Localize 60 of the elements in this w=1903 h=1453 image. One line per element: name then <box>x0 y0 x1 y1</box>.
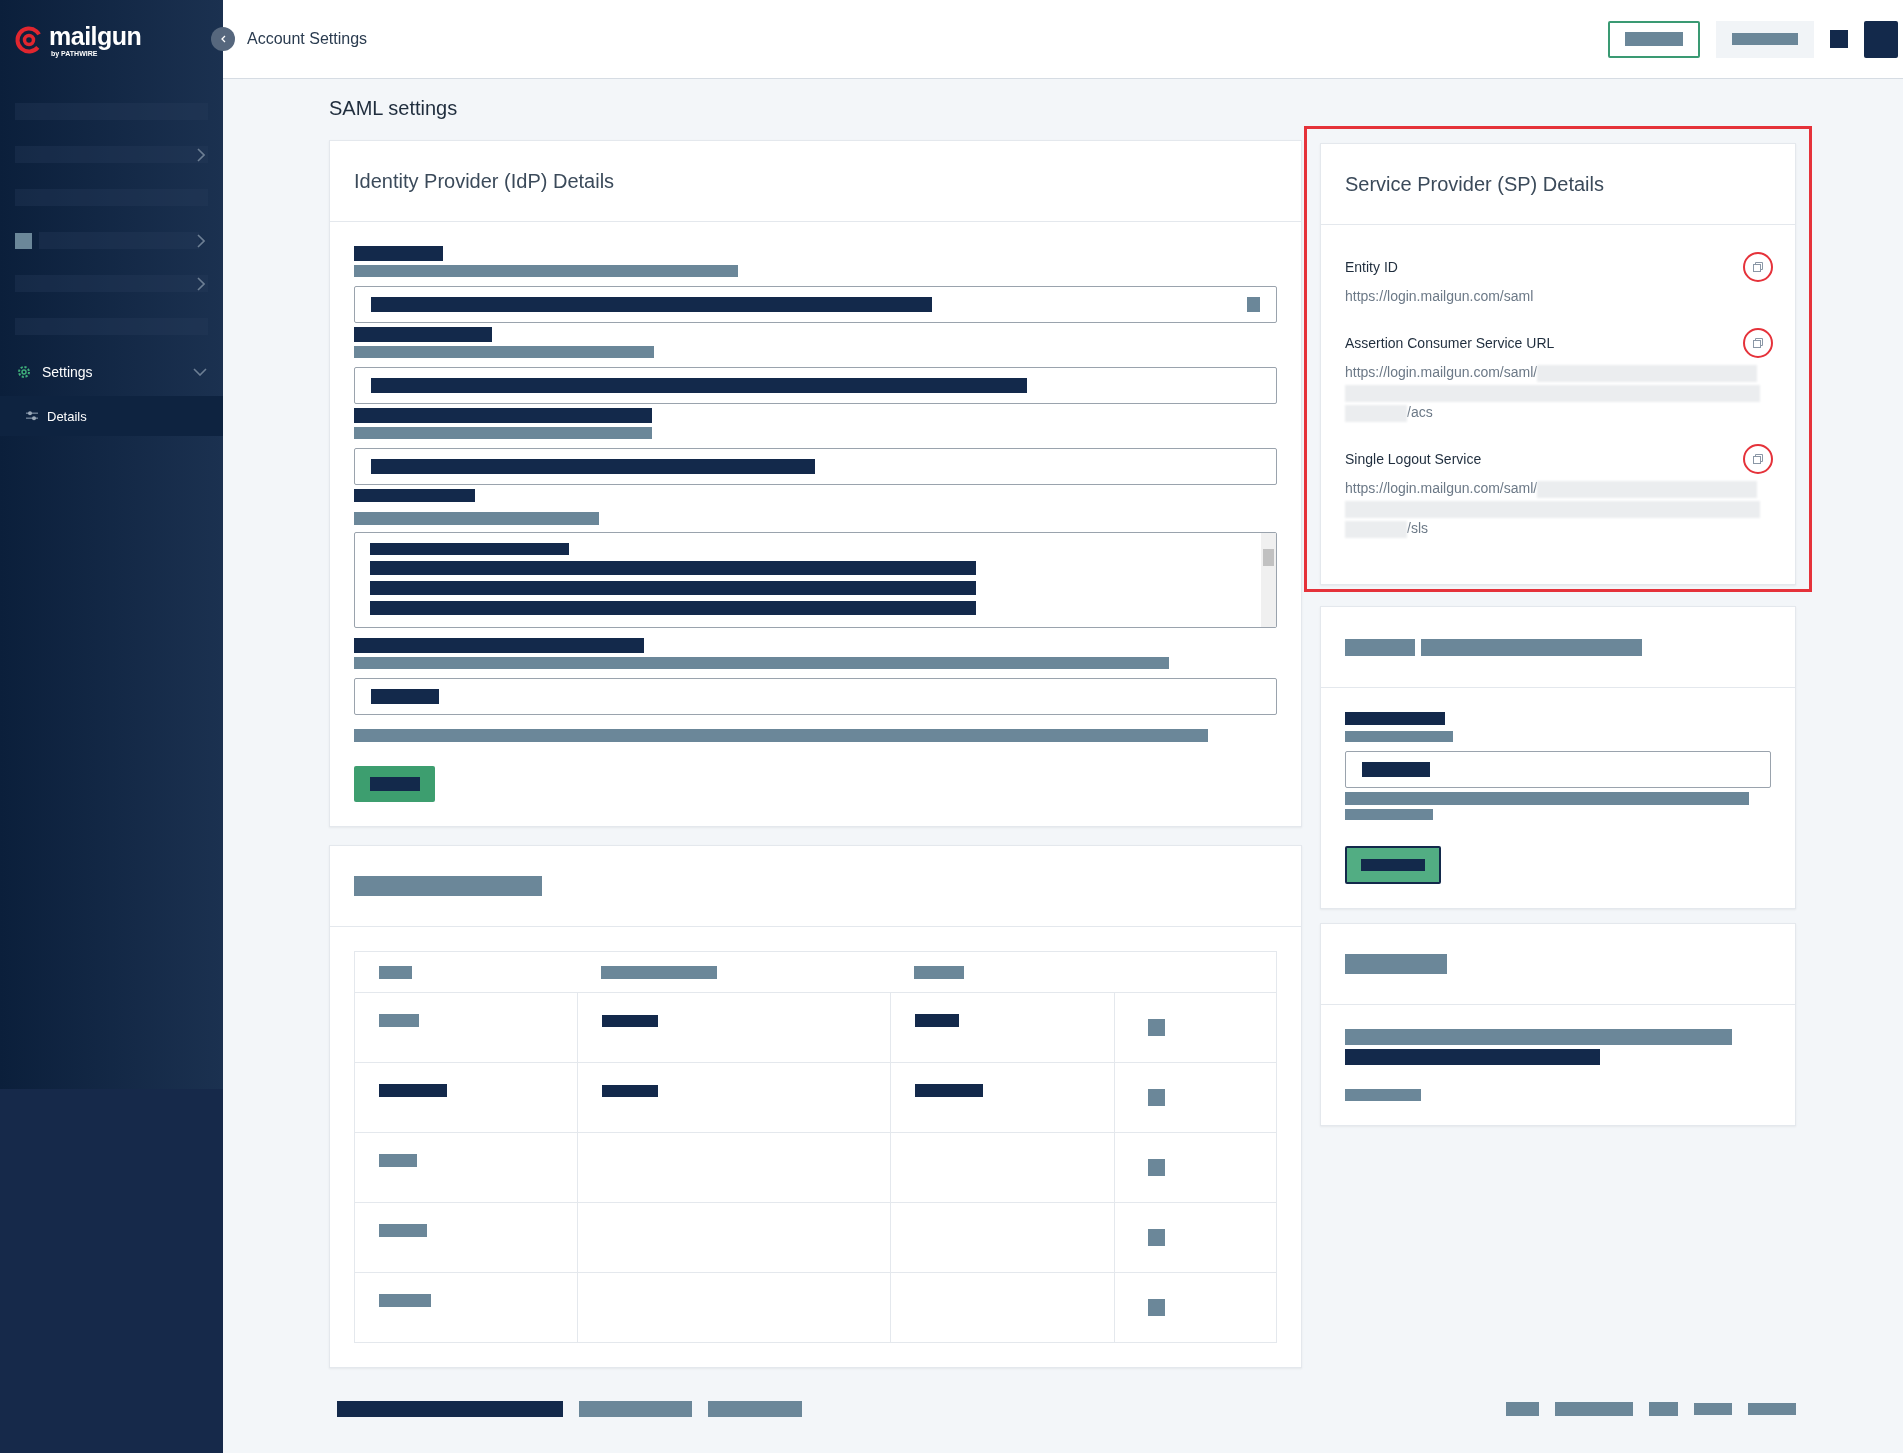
url-text: https://login.mailgun.com/saml/ <box>1345 364 1538 380</box>
breadcrumb: Account Settings <box>247 30 368 48</box>
copy-icon <box>1753 262 1763 272</box>
redacted-button[interactable] <box>1716 20 1814 58</box>
text-area[interactable] <box>354 532 1277 628</box>
url-text: https://login.mailgun.com/saml <box>1345 288 1534 304</box>
chevron-left-icon <box>220 35 226 43</box>
url-text: https://login.mailgun.com/saml/ <box>1345 480 1538 496</box>
redaction-bar <box>915 1084 983 1097</box>
copy-button[interactable] <box>1743 444 1773 474</box>
copy-button[interactable] <box>1743 252 1773 282</box>
collapse-button[interactable] <box>211 27 235 51</box>
redaction-bar <box>914 966 964 979</box>
gear-icon <box>16 364 32 380</box>
redaction-bar <box>379 1294 431 1307</box>
avatar[interactable] <box>1864 20 1898 58</box>
chevron-right-icon[interactable] <box>197 147 205 162</box>
card-title: Service Provider (SP) Details <box>1345 172 1604 196</box>
redaction-bar <box>1506 1402 1539 1416</box>
redaction-bar <box>1830 30 1848 48</box>
url-text: /sls <box>1407 520 1428 536</box>
redaction-bar <box>379 1084 447 1097</box>
card-title: Identity Provider (IdP) Details <box>354 169 615 193</box>
redaction-bar <box>1748 1403 1796 1415</box>
redaction-bar <box>1694 1403 1732 1415</box>
redacted-button[interactable] <box>1345 846 1441 884</box>
field-label: Single Logout Service <box>1345 451 1482 467</box>
chevron-right-icon[interactable] <box>197 233 205 248</box>
redaction-bar <box>602 1015 658 1027</box>
page-title: SAML settings <box>329 97 459 120</box>
redacted-button[interactable] <box>354 766 435 802</box>
logo-icon <box>15 26 43 54</box>
field-label: Assertion Consumer Service URL <box>1345 335 1555 351</box>
input-field[interactable] <box>1345 751 1771 788</box>
redaction-bar <box>379 1224 427 1237</box>
redaction-bar <box>915 1014 959 1027</box>
sidebar-subitem[interactable]: Details <box>0 396 223 436</box>
copy-icon <box>1753 454 1763 464</box>
copy-icon <box>1753 338 1763 348</box>
chevron-icon <box>193 368 207 376</box>
input-field[interactable] <box>354 678 1277 715</box>
redaction-bar <box>1345 638 1415 656</box>
redaction-bar <box>379 1014 419 1027</box>
logo-name: mailgun <box>49 23 142 49</box>
sidebar-item[interactable]: Settings <box>0 348 223 396</box>
input-field[interactable] <box>354 286 1277 323</box>
redaction-bar <box>379 1154 417 1167</box>
chevron-right-icon[interactable] <box>197 276 205 291</box>
redaction-bar <box>1649 1402 1678 1416</box>
redaction-bar <box>379 966 412 979</box>
sliders-icon <box>26 411 38 421</box>
input-field[interactable] <box>354 448 1277 485</box>
url-text: /acs <box>1407 404 1433 420</box>
redacted-button[interactable] <box>1608 20 1700 58</box>
scrollbar[interactable] <box>1261 533 1276 627</box>
field-label: Entity ID <box>1345 259 1398 275</box>
copy-button[interactable] <box>1743 328 1773 358</box>
redaction-bar <box>602 1085 658 1097</box>
input-field[interactable] <box>354 367 1277 404</box>
redaction-bar <box>15 232 32 249</box>
